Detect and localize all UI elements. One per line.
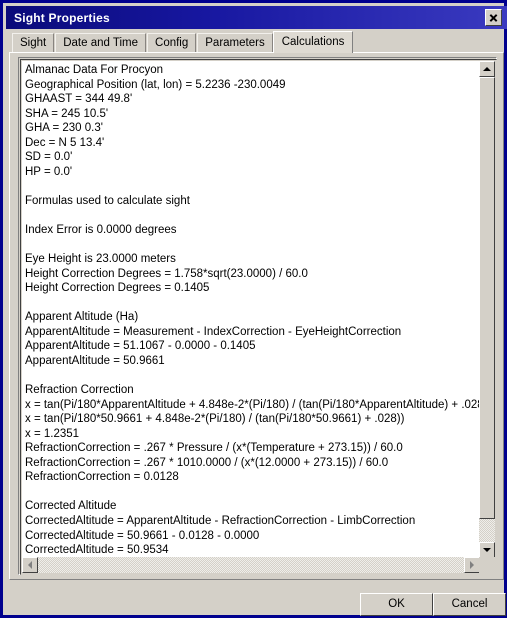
- calculations-line: GHA = 230 0.3': [25, 122, 103, 135]
- calculations-text-canvas: Almanac Data For Procyon Geographical Pos…: [22, 61, 480, 558]
- calculations-line: [25, 179, 480, 194]
- vertical-scroll-thumb[interactable]: [479, 77, 495, 519]
- ok-button[interactable]: OK: [360, 593, 433, 616]
- calculations-line: [25, 368, 480, 383]
- calculations-line: [25, 296, 480, 311]
- scroll-left-arrow-icon[interactable]: [22, 557, 38, 573]
- calculations-line: SD = 0.0': [25, 151, 73, 164]
- calculations-line: x = 1.2351: [25, 427, 80, 440]
- calculations-line: Refraction Correction: [25, 384, 134, 397]
- scroll-right-arrow-icon[interactable]: [464, 557, 480, 573]
- close-icon[interactable]: [485, 9, 502, 26]
- calculations-text: Almanac Data For Procyon Geographical Pos…: [25, 63, 480, 558]
- scroll-left-arrow-glyph: [28, 561, 32, 569]
- vertical-scrollbar[interactable]: [479, 61, 495, 558]
- calculations-line: GHAAST = 344 49.8': [25, 93, 133, 106]
- calculations-line: x = tan(Pi/180*ApparentAltitude + 4.848e…: [25, 398, 480, 411]
- cancel-button[interactable]: Cancel: [433, 593, 506, 616]
- horizontal-scrollbar[interactable]: [22, 557, 480, 573]
- calculations-line: ApparentAltitude = 50.9661: [25, 354, 165, 367]
- calculations-line: RefractionCorrection = .267 * 1010.0000 …: [25, 456, 389, 469]
- calculations-line: Corrected Altitude: [25, 500, 117, 513]
- tab-calculations[interactable]: Calculations: [272, 31, 354, 53]
- calculations-line: Almanac Data For Procyon: [25, 64, 164, 76]
- tab-date-and-time[interactable]: Date and Time: [55, 33, 147, 53]
- tab-page-calculations: Almanac Data For Procyon Geographical Pos…: [9, 52, 504, 580]
- scroll-down-arrow-glyph: [483, 548, 491, 552]
- calculations-line: Height Correction Degrees = 1.758*sqrt(2…: [25, 267, 308, 280]
- calculations-line: [25, 208, 480, 223]
- calculations-line: HP = 0.0': [25, 165, 73, 178]
- scroll-up-arrow-glyph: [483, 67, 491, 71]
- tab-bar: Sight Date and Time Config Parameters Ca…: [12, 31, 354, 53]
- title-bar[interactable]: Sight Properties: [6, 6, 507, 29]
- scroll-up-arrow-icon[interactable]: [479, 61, 495, 77]
- calculations-line: ApparentAltitude = 51.1067 - 0.0000 - 0.…: [25, 340, 256, 353]
- calculations-line: Eye Height is 23.0000 meters: [25, 253, 176, 266]
- calculations-line: Height Correction Degrees = 0.1405: [25, 282, 210, 295]
- calculations-line: Index Error is 0.0000 degrees: [25, 224, 177, 237]
- calculations-line: Apparent Altitude (Ha): [25, 311, 139, 324]
- calculations-line: Formulas used to calculate sight: [25, 194, 190, 207]
- calculations-line: CorrectedAltitude = 50.9661 - 0.0128 - 0…: [25, 529, 260, 542]
- calculations-line: x = tan(Pi/180*50.9661 + 4.848e-2*(Pi/18…: [25, 413, 405, 426]
- calculations-line: RefractionCorrection = .267 * Pressure /…: [25, 442, 403, 455]
- scrollbar-corner: [479, 557, 495, 573]
- calculations-line: CorrectedAltitude = 50.9534: [25, 544, 169, 557]
- scroll-right-arrow-glyph: [470, 561, 474, 569]
- tab-parameters[interactable]: Parameters: [197, 33, 273, 53]
- calculations-line: Dec = N 5 13.4': [25, 136, 105, 149]
- calculations-textbox[interactable]: Almanac Data For Procyon Geographical Pos…: [20, 59, 497, 575]
- tab-config[interactable]: Config: [147, 33, 197, 53]
- calculations-line: CorrectedAltitude = ApparentAltitude - R…: [25, 514, 416, 527]
- horizontal-scroll-track[interactable]: [38, 557, 464, 573]
- calculations-line: [25, 485, 480, 500]
- tab-sight[interactable]: Sight: [12, 33, 55, 53]
- calculations-line: RefractionCorrection = 0.0128: [25, 471, 179, 484]
- calculations-line: ApparentAltitude = Measurement - IndexCo…: [25, 325, 402, 338]
- calculations-line: [25, 238, 480, 253]
- window-title: Sight Properties: [14, 10, 110, 25]
- calculations-textbox-frame: Almanac Data For Procyon Geographical Pos…: [18, 57, 497, 575]
- sight-properties-dialog: Sight Properties Sight Date and Time Con…: [0, 0, 507, 618]
- calculations-line: Geographical Position (lat, lon) = 5.223…: [25, 78, 286, 91]
- scroll-down-arrow-icon[interactable]: [479, 542, 495, 558]
- calculations-line: SHA = 245 10.5': [25, 107, 109, 120]
